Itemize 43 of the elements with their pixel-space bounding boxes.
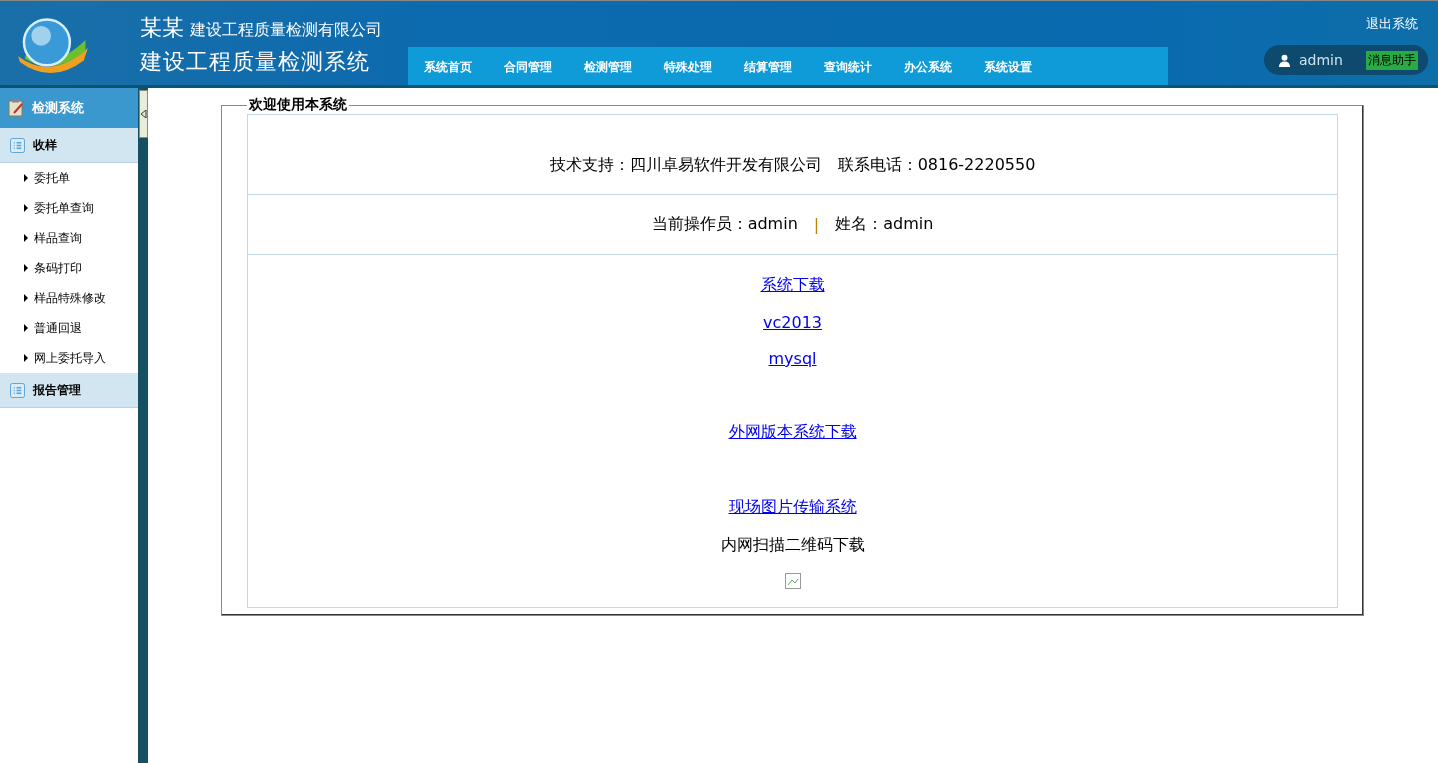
- sidebar-item[interactable]: 样品查询: [34, 229, 82, 247]
- sidebar-group[interactable]: 报告管理: [0, 373, 138, 408]
- company-prefix: 某某: [140, 14, 184, 42]
- sidebar-item[interactable]: 网上委托导入: [34, 349, 106, 367]
- logout-link[interactable]: 退出系统: [1366, 15, 1418, 33]
- triangle-icon: [24, 264, 28, 272]
- sidebar-item[interactable]: 样品特殊修改: [34, 289, 106, 307]
- qr-caption: 内网扫描二维码下载: [720, 535, 865, 556]
- collapse-handle[interactable]: [139, 90, 148, 138]
- download-link[interactable]: 外网版本系统下载: [728, 422, 857, 443]
- broken-image-icon: [784, 573, 801, 589]
- triangle-icon: [24, 174, 28, 182]
- operator-text: 当前操作员：admin: [651, 214, 798, 235]
- clipboard-icon: [8, 99, 24, 117]
- name-text: 姓名：admin: [835, 214, 934, 235]
- sidebar-item[interactable]: 条码打印: [34, 259, 82, 277]
- download-link[interactable]: 现场图片传输系统: [728, 497, 857, 518]
- download-link[interactable]: vc2013: [763, 313, 822, 332]
- sidebar-item[interactable]: 委托单: [34, 169, 70, 187]
- triangle-icon: [24, 354, 28, 362]
- triangle-icon: [24, 234, 28, 242]
- group-label: 报告管理: [33, 381, 81, 399]
- list-icon: [10, 382, 25, 398]
- group-label: 收样: [33, 136, 57, 154]
- download-link[interactable]: 系统下载: [760, 275, 825, 296]
- separator-text: |: [813, 215, 820, 234]
- sidebar-item[interactable]: 普通回退: [34, 319, 82, 337]
- panel-legend: 欢迎使用本系统: [247, 96, 349, 114]
- company-name: 建设工程质量检测有限公司: [190, 20, 382, 41]
- assistant-button[interactable]: 消息助手: [1366, 50, 1418, 70]
- splitter-bar[interactable]: [138, 88, 148, 763]
- system-title: 建设工程质量检测系统: [140, 48, 371, 76]
- triangle-icon: [24, 324, 28, 332]
- sidebar-group[interactable]: 收样: [0, 128, 138, 163]
- user-name: admin: [1299, 52, 1344, 68]
- support-text: 技术支持：四川卓易软件开发有限公司 联系电话：0816-2220550: [549, 155, 1036, 176]
- download-link[interactable]: mysql: [768, 349, 817, 368]
- sidebar-title-text: 检测系统: [32, 99, 84, 117]
- sidebar-item[interactable]: 委托单查询: [34, 199, 94, 217]
- list-icon: [10, 137, 25, 153]
- user-icon: [1278, 53, 1291, 67]
- triangle-icon: [24, 204, 28, 212]
- triangle-icon: [24, 294, 28, 302]
